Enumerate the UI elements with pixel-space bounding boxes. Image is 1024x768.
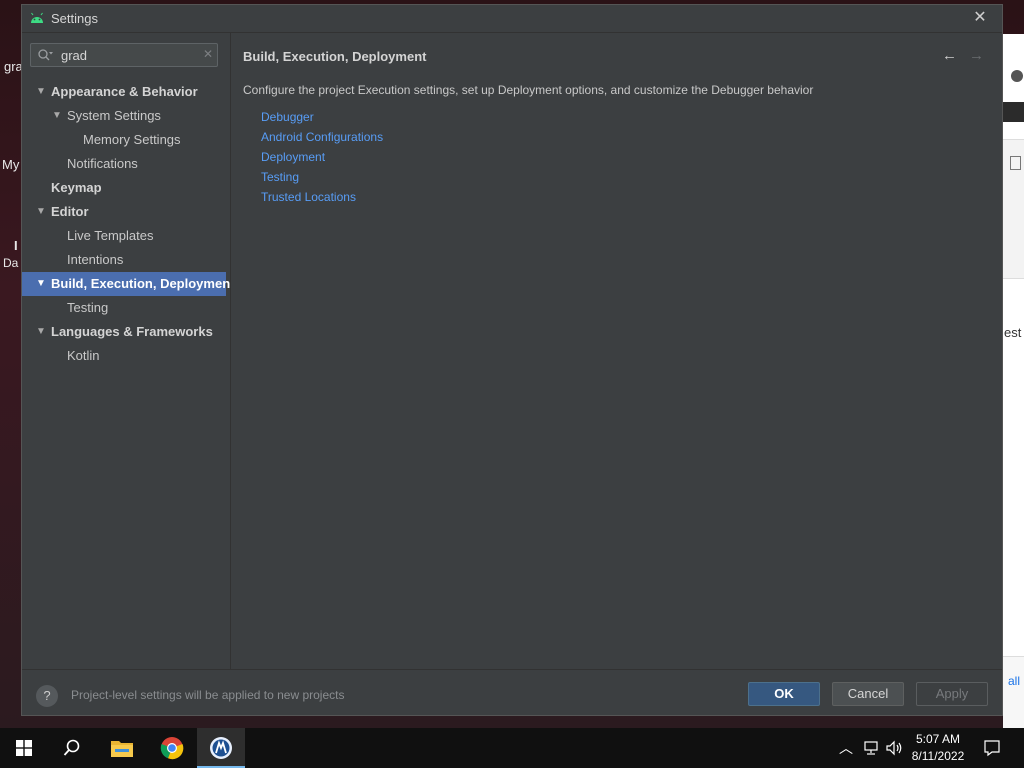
- link-android-configurations[interactable]: Android Configurations: [261, 130, 383, 144]
- tree-item-testing[interactable]: Testing: [22, 296, 226, 320]
- background-window-text: est: [1004, 325, 1022, 340]
- system-clock[interactable]: 5:07 AM 8/11/2022: [906, 731, 970, 765]
- search-icon: [38, 49, 53, 61]
- android-studio-icon: [210, 737, 232, 759]
- chevron-down-icon[interactable]: ▼: [36, 272, 48, 296]
- android-studio-icon: [31, 12, 43, 23]
- cancel-button[interactable]: Cancel: [832, 682, 904, 706]
- tree-item-label: Testing: [67, 300, 109, 315]
- avatar-icon: [1011, 70, 1023, 82]
- windows-icon: [16, 740, 32, 756]
- page-description: Configure the project Execution settings…: [243, 83, 814, 97]
- tree-item-label: Kotlin: [67, 348, 100, 363]
- settings-content: Build, Execution, Deployment ← → Configu…: [230, 33, 1002, 669]
- tree-item-label: Live Templates: [67, 228, 154, 243]
- tree-item-languages-frameworks[interactable]: ▼ Languages & Frameworks: [22, 320, 226, 344]
- ok-button[interactable]: OK: [748, 682, 820, 706]
- help-icon[interactable]: ?: [36, 685, 58, 707]
- menu-icon: [1003, 102, 1024, 122]
- tree-item-appearance-behavior[interactable]: ▼ Appearance & Behavior: [22, 80, 226, 104]
- dialog-footer: ? Project-level settings will be applied…: [22, 669, 1002, 715]
- document-icon: [1010, 156, 1021, 170]
- tree-item-label: Notifications: [67, 156, 138, 171]
- taskbar: ︿ 5:07 AM 8/11/2022: [0, 728, 1024, 768]
- tree-item-kotlin[interactable]: Kotlin: [22, 344, 226, 368]
- chevron-down-icon[interactable]: ▼: [36, 320, 48, 344]
- tree-item-editor[interactable]: ▼ Editor: [22, 200, 226, 224]
- android-studio-taskbar-button[interactable]: [197, 728, 245, 768]
- search-field[interactable]: ✕: [30, 43, 218, 67]
- file-explorer-button[interactable]: [98, 728, 146, 768]
- tree-item-build-execution-deployment[interactable]: ▼ Build, Execution, Deployment: [22, 272, 234, 296]
- background-window: est all: [1003, 34, 1024, 728]
- chrome-icon: [160, 737, 184, 760]
- search-button[interactable]: [48, 728, 96, 768]
- back-arrow-icon[interactable]: ←: [942, 48, 958, 64]
- tree-item-intentions[interactable]: Intentions: [22, 248, 226, 272]
- chevron-down-icon[interactable]: ▼: [36, 80, 48, 104]
- clock-date: 8/11/2022: [911, 749, 965, 763]
- desktop-label: I: [14, 238, 18, 253]
- settings-dialog: Settings ✕ ✕ ▼ Appearance & Behavior ▼ S…: [21, 4, 1003, 716]
- tree-item-label: Languages & Frameworks: [51, 324, 213, 339]
- notifications-icon[interactable]: [983, 739, 1001, 757]
- volume-icon[interactable]: [885, 740, 903, 756]
- link-trusted-locations[interactable]: Trusted Locations: [261, 190, 356, 204]
- tree-item-memory-settings[interactable]: Memory Settings: [22, 128, 226, 152]
- search-icon: [63, 739, 80, 756]
- tree-item-label: System Settings: [67, 108, 161, 123]
- network-icon[interactable]: [863, 740, 879, 756]
- dialog-titlebar[interactable]: Settings ✕: [22, 5, 1002, 33]
- clock-time: 5:07 AM: [915, 732, 961, 746]
- tree-item-label: Build, Execution, Deployment: [51, 276, 235, 291]
- clear-search-icon[interactable]: ✕: [201, 47, 215, 61]
- breadcrumb: Build, Execution, Deployment: [243, 49, 427, 64]
- tree-item-label: Intentions: [67, 252, 124, 267]
- tree-item-label: Appearance & Behavior: [51, 84, 198, 99]
- apply-button[interactable]: Apply: [916, 682, 988, 706]
- background-window-link[interactable]: all: [1008, 674, 1020, 688]
- desktop-label: Da: [3, 256, 19, 270]
- forward-arrow-icon: →: [969, 47, 984, 64]
- tree-item-keymap[interactable]: Keymap: [22, 176, 226, 200]
- tree-item-label: Keymap: [51, 180, 102, 195]
- tree-item-label: Editor: [51, 204, 89, 219]
- chrome-button[interactable]: [148, 728, 196, 768]
- link-debugger[interactable]: Debugger: [261, 110, 314, 124]
- start-button[interactable]: [0, 728, 48, 768]
- chevron-down-icon[interactable]: ▼: [52, 104, 64, 128]
- link-deployment[interactable]: Deployment: [261, 150, 325, 164]
- settings-sidebar: ✕ ▼ Appearance & Behavior ▼ System Setti…: [22, 33, 234, 669]
- desktop-label: My: [2, 157, 20, 172]
- dialog-title: Settings: [51, 11, 98, 26]
- footer-message: Project-level settings will be applied t…: [71, 688, 345, 702]
- chevron-down-icon[interactable]: ▼: [36, 200, 48, 224]
- tree-item-notifications[interactable]: Notifications: [22, 152, 226, 176]
- folder-icon: [111, 741, 133, 757]
- desktop-label: gra: [4, 59, 23, 74]
- close-icon[interactable]: ✕: [970, 8, 990, 28]
- tree-item-system-settings[interactable]: ▼ System Settings: [22, 104, 226, 128]
- search-input[interactable]: [61, 46, 201, 64]
- link-testing[interactable]: Testing: [261, 170, 299, 184]
- background-window-footer: [1003, 656, 1024, 728]
- tree-item-label: Memory Settings: [83, 132, 181, 147]
- show-hidden-icons-chevron-up-icon[interactable]: ︿: [839, 728, 853, 768]
- tree-item-live-templates[interactable]: Live Templates: [22, 224, 226, 248]
